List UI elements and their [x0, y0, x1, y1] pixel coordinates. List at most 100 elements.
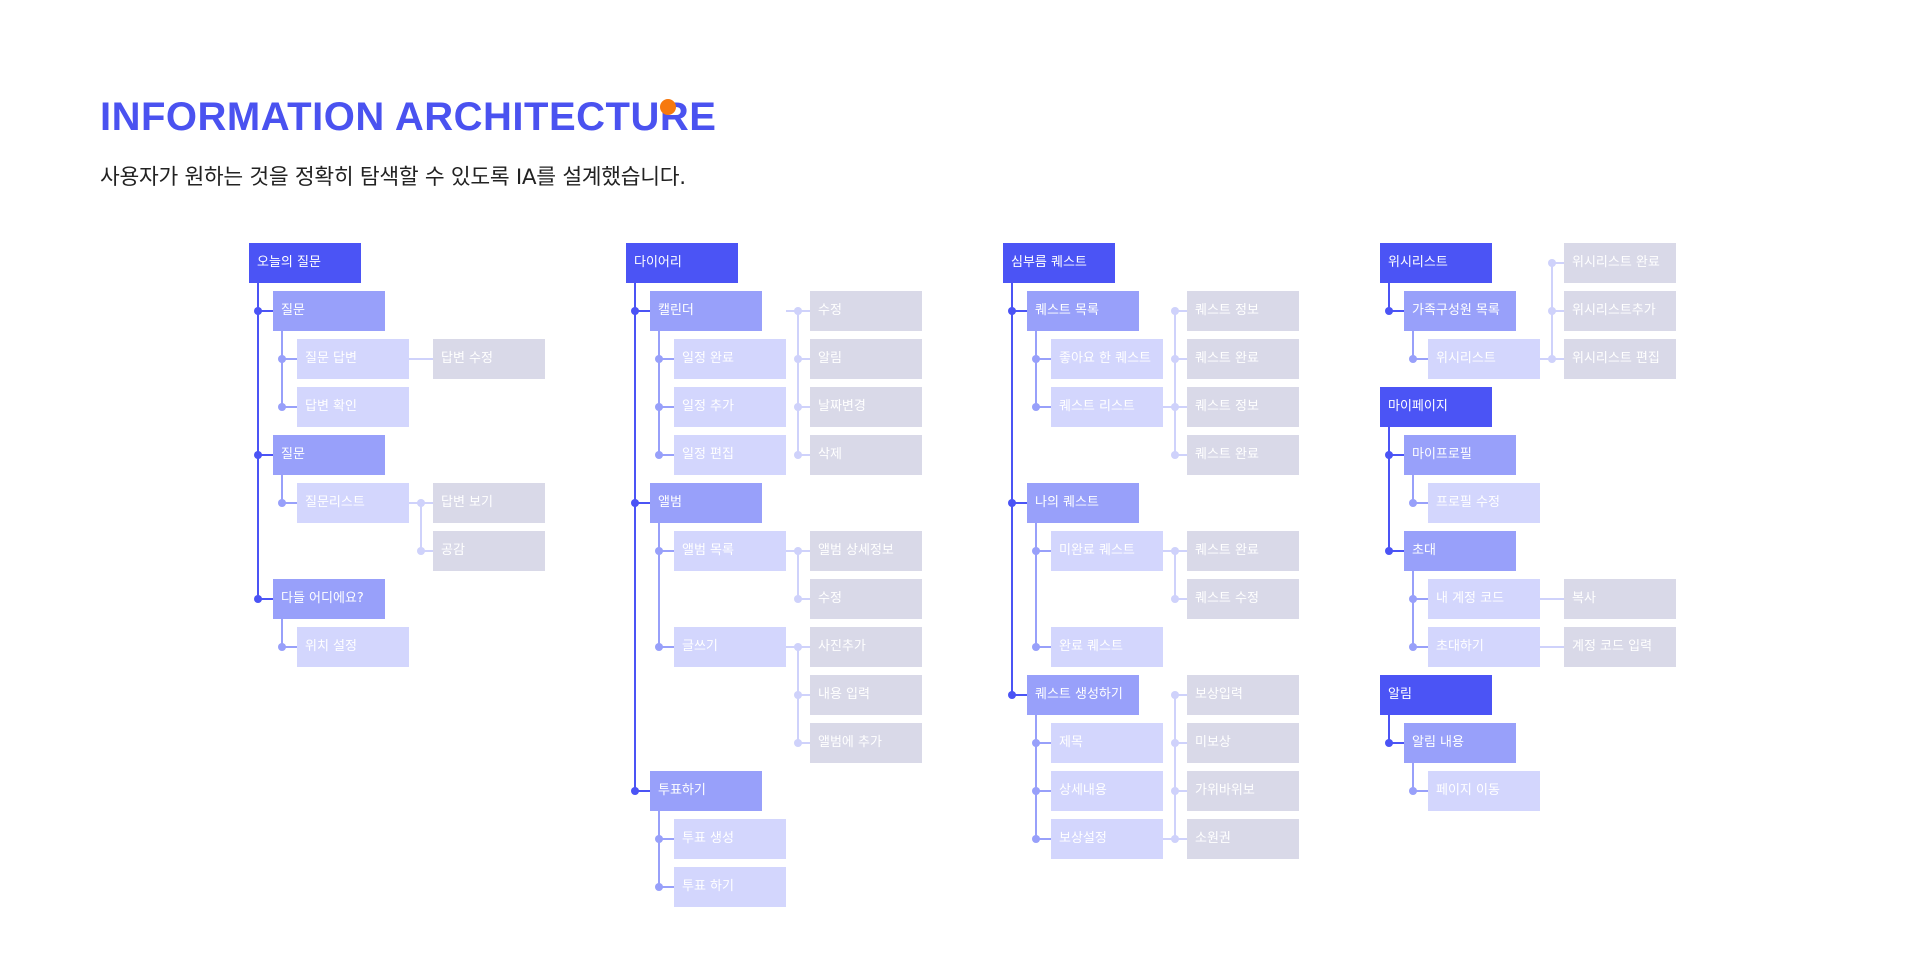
ia-node: 질문: [273, 435, 385, 475]
connector-dot: [1409, 499, 1417, 507]
section-node-mypage: 마이페이지: [1380, 387, 1492, 427]
connector-dot: [631, 307, 639, 315]
connector-dot: [1171, 547, 1179, 555]
connector-dot: [1171, 355, 1179, 363]
ia-node: 마이프로필: [1404, 435, 1516, 475]
ia-node: 위시리스트추가: [1564, 291, 1676, 331]
ia-node: 앨범 목록: [674, 531, 786, 571]
ia-node: 날짜변경: [810, 387, 922, 427]
connector-dot: [794, 307, 802, 315]
section-node-diary: 다이어리: [626, 243, 738, 283]
connector-dot: [278, 643, 286, 651]
connector-dot: [1171, 787, 1179, 795]
ia-node: 투표하기: [650, 771, 762, 811]
connector-dot: [1008, 499, 1016, 507]
ia-node: 공감: [433, 531, 545, 571]
connector-dot: [1409, 643, 1417, 651]
ia-node: 위시리스트 완료: [1564, 243, 1676, 283]
ia-node: 완료 퀘스트: [1051, 627, 1163, 667]
connector-dot: [1171, 691, 1179, 699]
connector-dot: [254, 595, 262, 603]
connector-dot: [631, 499, 639, 507]
connector-dot: [1548, 259, 1556, 267]
connector-dot: [655, 835, 663, 843]
connector-dot: [794, 451, 802, 459]
ia-node: 앨범 상세정보: [810, 531, 922, 571]
connector-dot: [1032, 787, 1040, 795]
connector-dot: [1032, 355, 1040, 363]
connector-dot: [794, 547, 802, 555]
connector-dot: [631, 787, 639, 795]
connector-dot: [1409, 787, 1417, 795]
connector-dot: [1171, 403, 1179, 411]
ia-node: 알림 내용: [1404, 723, 1516, 763]
connector-dot: [1409, 595, 1417, 603]
connector-dot: [655, 547, 663, 555]
ia-node: 퀘스트 목록: [1027, 291, 1139, 331]
connector-dot: [278, 403, 286, 411]
connector-dot: [1008, 307, 1016, 315]
ia-node: 퀘스트 수정: [1187, 579, 1299, 619]
ia-node: 수정: [810, 579, 922, 619]
connector-dot: [417, 547, 425, 555]
connector-dot: [1032, 739, 1040, 747]
ia-node: 내 계정 코드: [1428, 579, 1540, 619]
connector-dot: [1409, 355, 1417, 363]
header: INFORMATION ARCHITECTURE: [100, 93, 716, 141]
connector-dot: [655, 643, 663, 651]
ia-node: 퀘스트 완료: [1187, 435, 1299, 475]
ia-node: 질문 답변: [297, 339, 409, 379]
ia-node: 미보상: [1187, 723, 1299, 763]
connector-dot: [1171, 595, 1179, 603]
connector-dot: [1171, 451, 1179, 459]
ia-node: 좋아요 한 퀘스트: [1051, 339, 1163, 379]
ia-node: 투표 생성: [674, 819, 786, 859]
ia-node: 사진추가: [810, 627, 922, 667]
connector-dot: [1032, 403, 1040, 411]
connector-dot: [1385, 547, 1393, 555]
ia-node: 질문: [273, 291, 385, 331]
connector-dot: [1171, 307, 1179, 315]
ia-node: 나의 퀘스트: [1027, 483, 1139, 523]
ia-node: 가족구성원 목록: [1404, 291, 1516, 331]
connector-dot: [278, 355, 286, 363]
connector-lines: [254, 259, 1564, 891]
connector-dot: [1385, 451, 1393, 459]
connector-dot: [254, 451, 262, 459]
ia-node: 가위바위보: [1187, 771, 1299, 811]
connector-dot: [1008, 691, 1016, 699]
ia-node: 미완료 퀘스트: [1051, 531, 1163, 571]
connector-dot: [278, 499, 286, 507]
connector-dot: [794, 643, 802, 651]
ia-node: 일정 추가: [674, 387, 786, 427]
ia-node: 질문리스트: [297, 483, 409, 523]
connector-dot: [794, 691, 802, 699]
ia-node: 수정: [810, 291, 922, 331]
page-title: INFORMATION ARCHITECTURE: [100, 95, 717, 139]
ia-node: 계정 코드 입력: [1564, 627, 1676, 667]
connector-dot: [1032, 643, 1040, 651]
ia-node: 보상입력: [1187, 675, 1299, 715]
ia-node: 위시리스트: [1428, 339, 1540, 379]
page-subtitle: 사용자가 원하는 것을 정확히 탐색할 수 있도록 IA를 설계했습니다.: [100, 165, 686, 190]
ia-node: 복사: [1564, 579, 1676, 619]
section-node-errand-quest: 심부름 퀘스트: [1003, 243, 1115, 283]
ia-node: 캘린더: [650, 291, 762, 331]
accent-dot-icon: [660, 99, 676, 115]
ia-node: 답변 보기: [433, 483, 545, 523]
connector-dot: [794, 595, 802, 603]
ia-node: 페이지 이동: [1428, 771, 1540, 811]
connector-dot: [794, 355, 802, 363]
connector-dot: [655, 355, 663, 363]
ia-node: 프로필 수정: [1428, 483, 1540, 523]
connector-dot: [254, 307, 262, 315]
ia-node: 알림: [810, 339, 922, 379]
ia-node: 삭제: [810, 435, 922, 475]
ia-node: 퀘스트 완료: [1187, 531, 1299, 571]
connector-dot: [1385, 307, 1393, 315]
ia-node: 위시리스트 편집: [1564, 339, 1676, 379]
connector-dot: [1548, 307, 1556, 315]
connector-dot: [417, 499, 425, 507]
ia-node: 퀘스트 정보: [1187, 387, 1299, 427]
ia-node: 퀘스트 완료: [1187, 339, 1299, 379]
